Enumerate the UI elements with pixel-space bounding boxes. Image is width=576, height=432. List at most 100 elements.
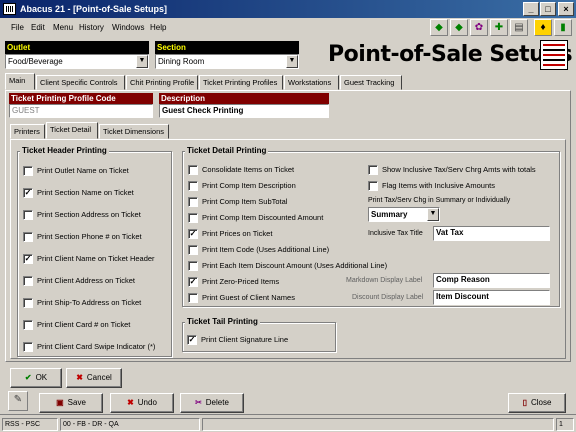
tax-chg-value: Summary	[371, 210, 408, 219]
flag-inclusive-items-checkbox[interactable]: Flag Items with Inclusive Amounts	[368, 180, 558, 192]
ticket-header-checkbox-7[interactable]: Print Ship-To Address on Ticket	[23, 297, 169, 309]
ticket-detail-checkbox-1[interactable]: Consolidate Items on Ticket	[188, 164, 398, 176]
ticket-header-checkbox-3[interactable]: Print Section Address on Ticket	[23, 209, 169, 221]
tab-printers[interactable]: Printers	[10, 124, 45, 139]
tab-workstations[interactable]: Workstations	[284, 75, 339, 90]
flower-icon[interactable]: ✿	[470, 19, 488, 36]
ticket-detail-checkbox-label: Print Each Item Discount Amount (Uses Ad…	[202, 261, 388, 270]
ok-button[interactable]: ✔ OK	[10, 368, 62, 388]
menu-windows[interactable]: Windows	[112, 23, 144, 32]
outlet-label: Outlet	[5, 41, 149, 54]
ticket-detail-checkbox-3[interactable]: Print Comp Item SubTotal	[188, 196, 398, 208]
description-field[interactable]: Guest Check Printing	[159, 104, 329, 118]
arrow-right-icon[interactable]: ◆	[450, 19, 468, 36]
checkbox-box[interactable]	[23, 232, 33, 242]
ticket-detail-checkbox-label: Print Item Code (Uses Additional Line)	[202, 245, 330, 254]
undo-button[interactable]: ✖ Undo	[110, 393, 174, 413]
checkbox-box[interactable]	[23, 298, 33, 308]
checkbox-box[interactable]	[188, 197, 198, 207]
menu-edit[interactable]: Edit	[31, 23, 45, 32]
ticket-header-checkbox-8[interactable]: Print Client Card # on Ticket	[23, 319, 169, 331]
delete-button[interactable]: ✂ Delete	[180, 393, 244, 413]
cancel-button[interactable]: ✖ Cancel	[66, 368, 122, 388]
ticket-header-checkbox-4[interactable]: Print Section Phone # on Ticket	[23, 231, 169, 243]
minimize-window-icon[interactable]: _	[523, 2, 539, 16]
chevron-down-icon[interactable]: ▼	[286, 55, 298, 68]
checkbox-box[interactable]	[23, 320, 33, 330]
markdown-display-field[interactable]: Comp Reason	[433, 273, 550, 288]
menu-menu[interactable]: Menu	[53, 23, 73, 32]
window-title-bar[interactable]: Abacus 21 - [Point-of-Sale Setups] _ □ ×	[0, 0, 576, 18]
profile-code-field[interactable]: GUEST	[9, 104, 153, 118]
tax-chg-label: Print Tax/Serv Chg in Summary or Individ…	[368, 197, 511, 204]
ticket-header-checkbox-1[interactable]: Print Outlet Name on Ticket	[23, 165, 169, 177]
tab-ticket-dimensions[interactable]: Ticket Dimensions	[99, 124, 169, 139]
menu-file[interactable]: File	[11, 23, 24, 32]
tax-chg-select[interactable]: Summary ▼	[368, 207, 440, 222]
status-bar: RSS - PSC 00 - FB - DR - QA 1	[0, 414, 576, 432]
checkbox-box[interactable]	[368, 181, 378, 191]
check-icon[interactable]: ✓	[188, 229, 198, 239]
ticket-header-checkbox-2[interactable]: ✓ Print Section Name on Ticket	[23, 187, 169, 199]
arrow-left-icon[interactable]: ◆	[430, 19, 448, 36]
ticket-header-checkbox-9[interactable]: Print Client Card Swipe Indicator (*)	[23, 341, 169, 353]
show-inclusive-tax-checkbox[interactable]: Show Inclusive Tax/Serv Chrg Amts with t…	[368, 164, 558, 176]
tab-client-specific-controls[interactable]: Client Specific Controls	[36, 75, 125, 90]
abacus-logo-icon	[540, 40, 568, 70]
exit-icon[interactable]: ▮	[554, 19, 572, 36]
ticket-detail-checkbox-2[interactable]: Print Comp Item Description	[188, 180, 398, 192]
chevron-down-icon[interactable]: ▼	[427, 208, 439, 221]
ticket-header-checkbox-6[interactable]: Print Client Address on Ticket	[23, 275, 169, 287]
ticket-header-title: Ticket Header Printing	[20, 146, 109, 155]
section-select[interactable]: Dining Room ▼	[155, 54, 299, 69]
tab-ticket-printing-profiles[interactable]: Ticket Printing Profiles	[199, 75, 283, 90]
checkbox-box[interactable]	[23, 342, 33, 352]
inclusive-tax-title-field[interactable]: Vat Tax	[433, 226, 550, 241]
close-window-icon[interactable]: ×	[558, 2, 574, 16]
tools-icon[interactable]: ✚	[490, 19, 508, 36]
discount-display-field[interactable]: Item Discount	[433, 290, 550, 305]
checkbox-box[interactable]	[188, 165, 198, 175]
save-button[interactable]: ▣ Save	[39, 393, 103, 413]
tab-chit-printing-profile[interactable]: Chit Printing Profile	[126, 75, 198, 90]
ticket-detail-checkbox-7[interactable]: Print Each Item Discount Amount (Uses Ad…	[188, 260, 398, 272]
outlet-select[interactable]: Food/Beverage ▼	[5, 54, 149, 69]
ticket-detail-checkbox-4[interactable]: Print Comp Item Discounted Amount	[188, 212, 398, 224]
notes-icon[interactable]: ✎	[8, 391, 28, 411]
print-icon[interactable]: ▤	[510, 19, 528, 36]
checkbox-box[interactable]	[23, 276, 33, 286]
ticket-detail-checkbox-5[interactable]: ✓ Print Prices on Ticket	[188, 228, 398, 240]
outlet-value: Food/Beverage	[8, 57, 63, 66]
checkbox-box[interactable]	[188, 261, 198, 271]
status-context: 00 - FB - DR - QA	[60, 418, 200, 431]
checkbox-box[interactable]	[368, 165, 378, 175]
check-icon[interactable]: ✓	[23, 254, 33, 264]
check-icon: ✔	[24, 373, 32, 382]
checkbox-box[interactable]	[188, 181, 198, 191]
tab-main[interactable]: Main	[5, 73, 35, 90]
menu-help[interactable]: Help	[150, 23, 166, 32]
check-icon[interactable]: ✓	[187, 335, 197, 345]
maximize-window-icon[interactable]: □	[540, 2, 556, 16]
close-button[interactable]: ▯ Close	[508, 393, 566, 413]
ticket-header-checkbox-label: Print Section Phone # on Ticket	[37, 232, 142, 241]
checkbox-box[interactable]	[188, 213, 198, 223]
checkbox-box[interactable]	[188, 293, 198, 303]
checkbox-box[interactable]	[23, 210, 33, 220]
print-client-signature-checkbox[interactable]: ✓ Print Client Signature Line	[187, 334, 332, 346]
check-icon[interactable]: ✓	[188, 277, 198, 287]
checkbox-box[interactable]	[188, 245, 198, 255]
user-icon[interactable]: ♦	[534, 19, 552, 36]
tab-guest-tracking[interactable]: Guest Tracking	[340, 75, 402, 90]
ticket-detail-checkbox-label: Print Guest of Client Names	[202, 293, 295, 302]
ticket-header-checkbox-label: Print Outlet Name on Ticket	[37, 166, 129, 175]
checkbox-box[interactable]	[23, 166, 33, 176]
check-icon[interactable]: ✓	[23, 188, 33, 198]
chevron-down-icon[interactable]: ▼	[136, 55, 148, 68]
ticket-detail-checkbox-6[interactable]: Print Item Code (Uses Additional Line)	[188, 244, 398, 256]
menu-history[interactable]: History	[79, 23, 104, 32]
status-message	[202, 418, 554, 431]
tab-ticket-detail[interactable]: Ticket Detail	[46, 122, 98, 139]
ticket-header-checkbox-5[interactable]: ✓ Print Client Name on Ticket Header	[23, 253, 169, 265]
ticket-header-checkbox-label: Print Client Name on Ticket Header	[37, 254, 155, 263]
